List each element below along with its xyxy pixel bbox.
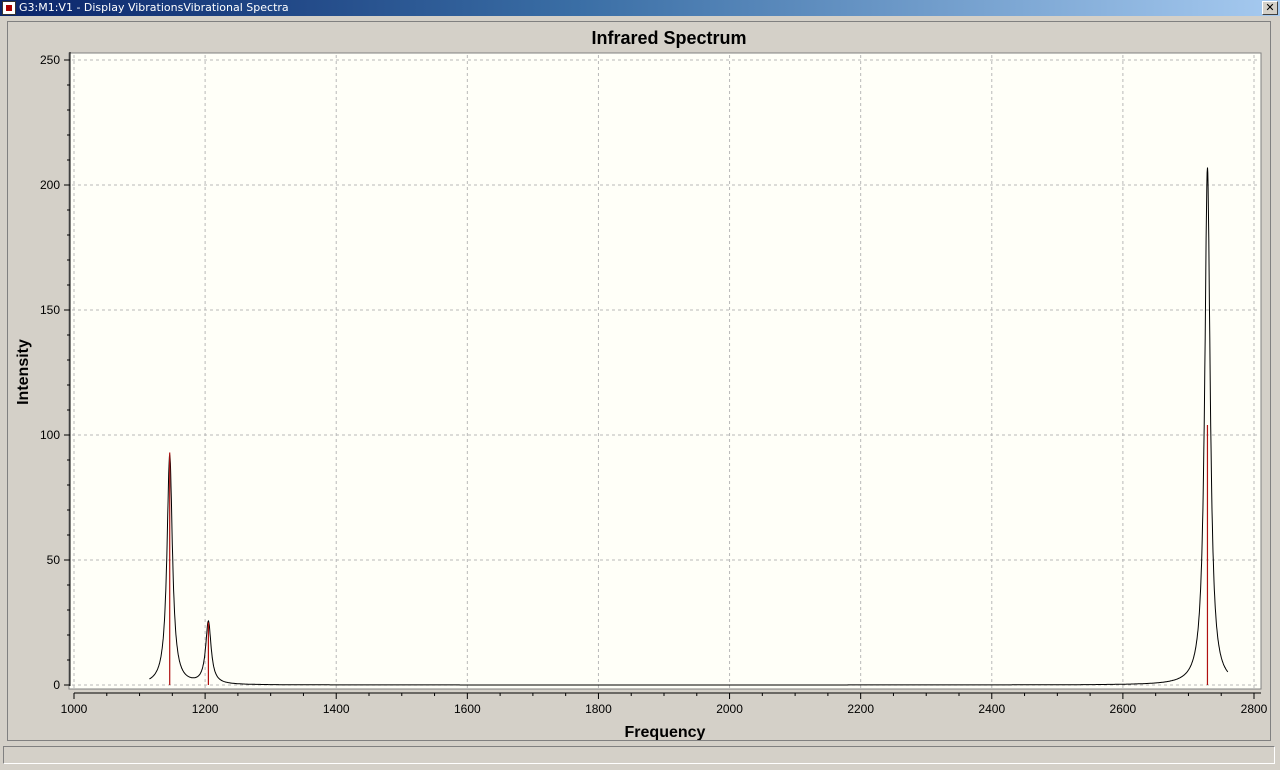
- x-tick-label: 1400: [323, 702, 350, 716]
- ir-spectrum-chart: Infrared Spectrum Frequency Intensity 10…: [15, 28, 1268, 741]
- close-button[interactable]: ✕: [1262, 1, 1278, 15]
- x-tick-label: 2800: [1241, 702, 1268, 716]
- y-axis-label: Intensity: [15, 339, 32, 405]
- chart-title: Infrared Spectrum: [591, 28, 746, 48]
- y-tick-label: 50: [47, 553, 61, 567]
- y-tick-label: 0: [53, 678, 60, 692]
- status-bar: [3, 746, 1275, 764]
- x-axis-label: Frequency: [625, 724, 706, 740]
- x-tick-label: 2200: [847, 702, 874, 716]
- x-tick-label: 1000: [61, 702, 88, 716]
- y-tick-label: 150: [40, 303, 60, 317]
- window-titlebar[interactable]: G3:M1:V1 - Display VibrationsVibrational…: [0, 0, 1280, 16]
- y-tick-label: 100: [40, 428, 60, 442]
- x-tick-label: 2600: [1110, 702, 1137, 716]
- x-tick-label: 2400: [978, 702, 1005, 716]
- y-tick-label: 200: [40, 178, 60, 192]
- x-tick-label: 1200: [192, 702, 219, 716]
- y-tick-label: 250: [40, 53, 60, 67]
- x-tick-label: 2000: [716, 702, 743, 716]
- app-icon[interactable]: [2, 1, 16, 15]
- x-tick-label: 1800: [585, 702, 612, 716]
- chart-frame: Infrared Spectrum Frequency Intensity 10…: [7, 21, 1271, 741]
- x-tick-label: 1600: [454, 702, 481, 716]
- plot-area[interactable]: [68, 52, 1262, 690]
- window-title: G3:M1:V1 - Display VibrationsVibrational…: [19, 1, 289, 14]
